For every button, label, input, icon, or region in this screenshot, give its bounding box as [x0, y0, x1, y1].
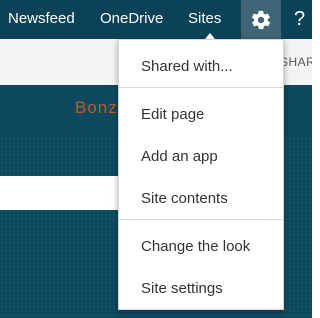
- menu-divider: [119, 87, 283, 88]
- suite-bar: Newsfeed OneDrive Sites ?: [0, 0, 312, 39]
- menu-item-change-the-look[interactable]: Change the look: [141, 237, 250, 257]
- menu-divider: [119, 219, 283, 220]
- menu-item-edit-page[interactable]: Edit page: [141, 105, 204, 125]
- gear-icon: [251, 10, 271, 29]
- share-button[interactable]: SHARE: [280, 55, 312, 69]
- menu-item-shared-with[interactable]: Shared with...: [141, 57, 233, 77]
- nav-newsfeed-link[interactable]: Newsfeed: [8, 9, 75, 29]
- site-title[interactable]: Bonz: [75, 98, 118, 118]
- menu-item-site-settings[interactable]: Site settings: [141, 279, 223, 299]
- settings-menu: Shared with... Edit page Add an app Site…: [118, 39, 284, 310]
- settings-button[interactable]: [241, 0, 281, 39]
- nav-sites-link[interactable]: Sites: [188, 9, 221, 29]
- nav-onedrive-link[interactable]: OneDrive: [100, 9, 163, 29]
- menu-item-add-an-app[interactable]: Add an app: [141, 147, 218, 167]
- help-icon[interactable]: ?: [294, 7, 305, 31]
- menu-item-site-contents[interactable]: Site contents: [141, 189, 228, 209]
- page: Newsfeed OneDrive Sites ? SHARE Bonz Sha…: [0, 0, 312, 318]
